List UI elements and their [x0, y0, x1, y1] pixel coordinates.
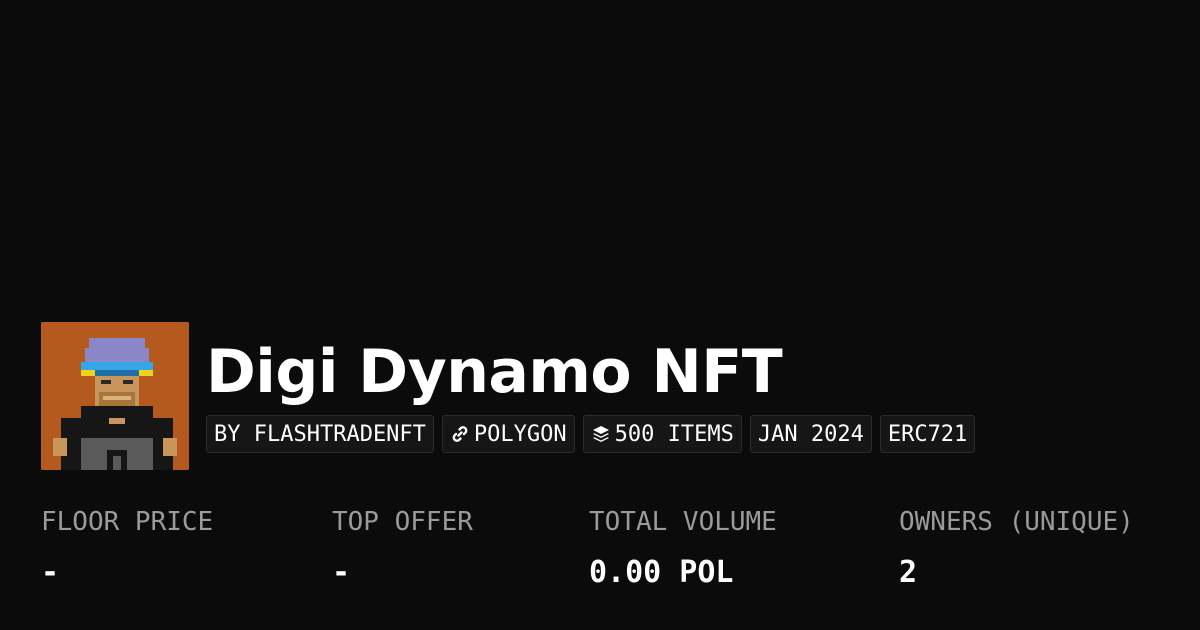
stat-owners: OWNERS (UNIQUE) 2	[899, 505, 1134, 593]
stat-value: -	[41, 555, 60, 590]
date-tag-label: JAN 2024	[757, 421, 864, 447]
stat-floor-price: FLOOR PRICE -	[41, 505, 213, 593]
items-tag-label: 500 ITEMS	[614, 421, 734, 447]
layers-icon	[592, 426, 609, 442]
collection-title: Digi Dynamo NFT	[206, 337, 783, 407]
date-tag: JAN 2024	[749, 415, 872, 453]
stat-label: TOTAL VOLUME	[589, 507, 777, 537]
creator-tag[interactable]: BY FLASHTRADENFT	[206, 415, 434, 453]
link-icon	[452, 426, 468, 442]
stat-top-offer: TOP OFFER -	[332, 505, 473, 593]
standard-tag: ERC721	[879, 415, 976, 453]
stat-label: TOP OFFER	[332, 507, 473, 537]
stat-label: OWNERS (UNIQUE)	[899, 507, 1134, 537]
creator-tag-label: BY FLASHTRADENFT	[214, 421, 426, 447]
avatar-pixel-art	[41, 322, 189, 470]
chain-tag[interactable]: POLYGON	[441, 415, 575, 453]
collection-tags: BY FLASHTRADENFT POLYGON 500 ITEMS JAN 2…	[206, 415, 976, 453]
stat-label: FLOOR PRICE	[41, 507, 214, 537]
collection-avatar	[41, 322, 189, 470]
items-tag: 500 ITEMS	[582, 415, 742, 453]
chain-tag-label: POLYGON	[473, 421, 567, 447]
stat-value: 2	[899, 555, 918, 590]
stat-total-volume: TOTAL VOLUME 0.00 POL	[589, 505, 777, 593]
stat-value: -	[332, 555, 351, 590]
standard-tag-label: ERC721	[887, 421, 968, 447]
stat-value: 0.00 POL	[589, 555, 734, 590]
